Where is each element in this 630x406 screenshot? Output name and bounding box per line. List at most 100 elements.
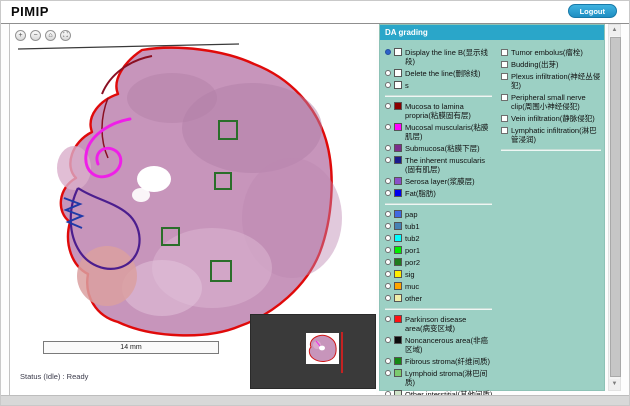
checkbox[interactable]: [501, 49, 508, 56]
area-options-row[interactable]: Fibrous stroma(纤维间质): [385, 357, 493, 366]
radio-button[interactable]: [385, 190, 391, 196]
color-swatch: [394, 270, 402, 278]
radio-button[interactable]: [385, 370, 391, 376]
sidebar-scrollbar[interactable]: ▲ ▼: [608, 24, 621, 391]
radio-button[interactable]: [385, 295, 391, 301]
option-label: Budding(出芽): [511, 60, 559, 69]
option-label: Plexus infiltration(神经丛侵犯): [511, 72, 602, 90]
radio-button[interactable]: [385, 223, 391, 229]
zoom-in-button[interactable]: +: [15, 30, 26, 41]
color-swatch: [394, 369, 402, 377]
type-options-row[interactable]: tub2: [385, 234, 493, 243]
color-swatch: [394, 294, 402, 302]
sidebar-columns: Display the line B(显示线段) Delete the line(…: [380, 40, 604, 406]
type-options-row[interactable]: por2: [385, 258, 493, 267]
checkbox[interactable]: [501, 61, 508, 68]
option-label: Display the line B(显示线段): [405, 48, 493, 66]
checkbox[interactable]: [501, 115, 508, 122]
line-tools-row[interactable]: s: [385, 81, 493, 90]
type-options-row[interactable]: pap: [385, 210, 493, 219]
radio-button[interactable]: [385, 235, 391, 241]
sidebar-left-column: Display the line B(显示线段) Delete the line(…: [385, 45, 493, 406]
radio-button[interactable]: [385, 124, 391, 130]
grading-sidebar: DA grading Display the line B(显示线段)Delet…: [379, 24, 605, 391]
invasion-option-row[interactable]: Lymphatic infiltration(淋巴管浸润): [501, 126, 602, 144]
area-options-row[interactable]: Parkinson disease area(病变区域): [385, 315, 493, 333]
option-label: Lymphatic infiltration(淋巴管浸润): [511, 126, 602, 144]
radio-button[interactable]: [385, 259, 391, 265]
checkbox[interactable]: [501, 94, 508, 101]
slide-edge-line: [18, 44, 239, 49]
option-label: Noncancerous area(非癌区域): [405, 336, 493, 354]
radio-button[interactable]: [385, 358, 391, 364]
radio-button[interactable]: [385, 271, 391, 277]
navigator-thumbnail[interactable]: [306, 333, 339, 364]
checkbox[interactable]: [501, 127, 508, 134]
type-options-row[interactable]: sig: [385, 270, 493, 279]
home-button[interactable]: ⌂: [45, 30, 56, 41]
radio-button[interactable]: [385, 283, 391, 289]
type-options-row[interactable]: tub1: [385, 222, 493, 231]
layer-options-row[interactable]: The inherent muscularis (固有肌层): [385, 156, 493, 174]
tissue-texture: [127, 73, 217, 123]
radio-button[interactable]: [385, 157, 391, 163]
option-label: Parkinson disease area(病变区域): [405, 315, 493, 333]
scrollbar-up-icon[interactable]: ▲: [609, 25, 620, 36]
type-options-row[interactable]: other: [385, 294, 493, 303]
logout-button[interactable]: Logout: [568, 4, 617, 18]
app-header: PIMIP Logout: [1, 1, 629, 24]
color-swatch: [394, 246, 402, 254]
radio-button[interactable]: [385, 316, 391, 322]
color-swatch: [394, 282, 402, 290]
layer-options-row[interactable]: Mucosal muscularis(粘膜肌层): [385, 123, 493, 141]
group-divider: [385, 95, 492, 97]
option-label: Tumor embolus(瘤栓): [511, 48, 583, 57]
type-options-row[interactable]: por1: [385, 246, 493, 255]
tissue-hole: [132, 188, 150, 202]
slide-image[interactable]: [12, 38, 368, 354]
layer-options-row[interactable]: Fat(脂肪): [385, 189, 493, 198]
layer-options-row[interactable]: Submucosa(粘膜下层): [385, 144, 493, 153]
option-label: Serosa layer(浆膜层): [405, 177, 475, 186]
line-tools-row[interactable]: Display the line B(显示线段): [385, 48, 493, 66]
radio-button[interactable]: [385, 70, 391, 76]
layer-options-row[interactable]: Serosa layer(浆膜层): [385, 177, 493, 186]
status-text: Status (Idle) : Ready: [20, 372, 88, 381]
invasion-option-row[interactable]: Tumor embolus(瘤栓): [501, 48, 602, 57]
radio-button[interactable]: [385, 82, 391, 88]
fullscreen-button[interactable]: ⛶: [60, 30, 71, 41]
option-label: tub2: [405, 234, 420, 243]
checkbox[interactable]: [501, 73, 508, 80]
radio-button[interactable]: [385, 178, 391, 184]
radio-button[interactable]: [385, 49, 391, 55]
type-options-row[interactable]: muc: [385, 282, 493, 291]
navigator-minimap[interactable]: [250, 314, 376, 389]
radio-button[interactable]: [385, 103, 391, 109]
option-label: Peripheral small nerve clip(周围小神经侵犯): [511, 93, 602, 111]
invasion-option-row[interactable]: Plexus infiltration(神经丛侵犯): [501, 72, 602, 90]
radio-button[interactable]: [385, 247, 391, 253]
invasion-option-row[interactable]: Budding(出芽): [501, 60, 602, 69]
option-label: tub1: [405, 222, 420, 231]
slide-viewer[interactable]: +−⌂ ⛶: [9, 24, 376, 396]
radio-button[interactable]: [385, 211, 391, 217]
zoom-out-button[interactable]: −: [30, 30, 41, 41]
radio-button[interactable]: [385, 145, 391, 151]
scrollbar-down-icon[interactable]: ▼: [609, 379, 620, 390]
radio-button[interactable]: [385, 337, 391, 343]
option-label: Lymphoid stroma(淋巴间质): [405, 369, 493, 387]
invasion-option-row[interactable]: Vein infiltration(静脉侵犯): [501, 114, 602, 123]
scrollbar-thumb[interactable]: [610, 37, 621, 377]
invasion-option-row[interactable]: Peripheral small nerve clip(周围小神经侵犯): [501, 93, 602, 111]
color-swatch: [394, 189, 402, 197]
color-swatch: [394, 102, 402, 110]
color-swatch: [394, 81, 402, 89]
area-options-row[interactable]: Noncancerous area(非癌区域): [385, 336, 493, 354]
area-options-row[interactable]: Lymphoid stroma(淋巴间质): [385, 369, 493, 387]
color-swatch: [394, 357, 402, 365]
layer-options-row[interactable]: Mucosa to lamina propria(粘膜固有层): [385, 102, 493, 120]
group-divider: [385, 203, 492, 205]
color-swatch: [394, 210, 402, 218]
line-tools-row[interactable]: Delete the line(删除线): [385, 69, 493, 78]
group-divider: [501, 149, 601, 151]
